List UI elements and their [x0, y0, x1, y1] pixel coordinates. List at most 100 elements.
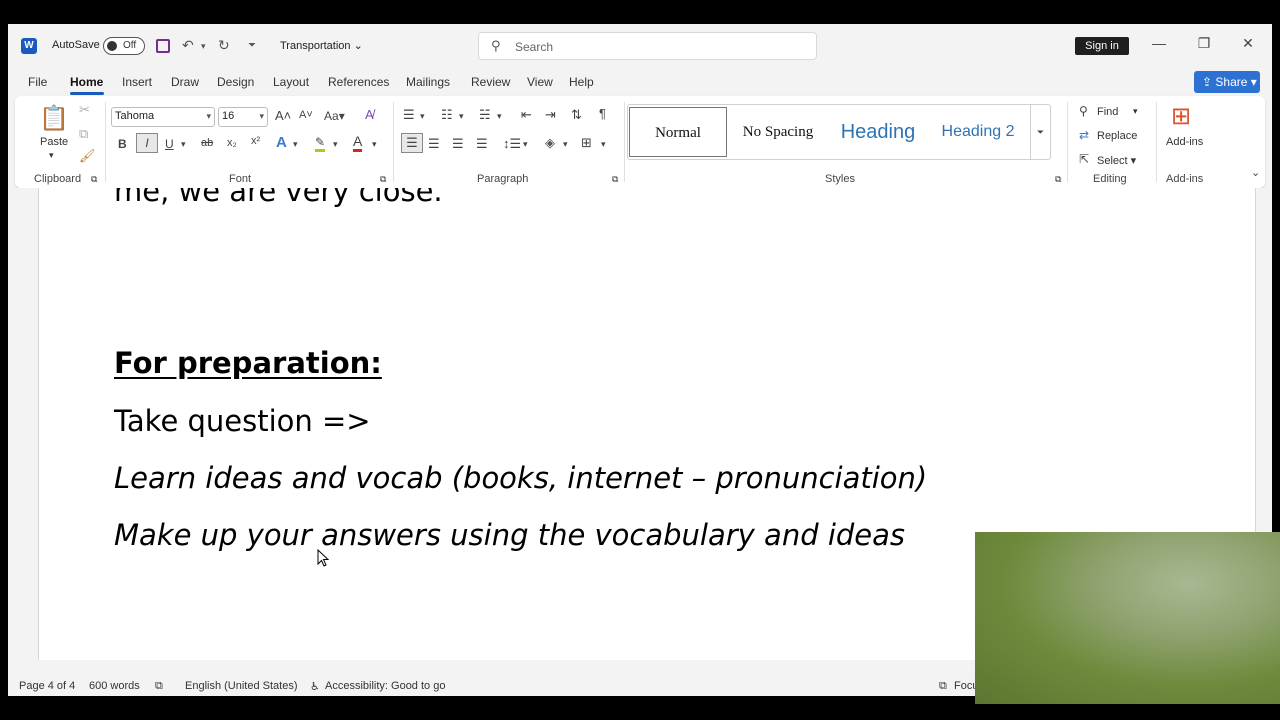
shading-dropdown-icon[interactable]: ▾ — [563, 139, 568, 150]
replace-icon[interactable]: ⇄ — [1079, 128, 1089, 142]
text-effects-icon[interactable]: A — [276, 134, 287, 151]
paste-dropdown-icon[interactable]: ▾ — [49, 150, 54, 161]
cut-icon[interactable]: ✂ — [79, 102, 90, 118]
word-count[interactable]: 600 words — [89, 680, 140, 692]
align-center-icon[interactable]: ☰ — [428, 136, 440, 152]
find-icon[interactable]: ⚲ — [1079, 104, 1088, 118]
save-icon[interactable] — [156, 39, 170, 53]
bullets-dropdown-icon[interactable]: ▾ — [420, 111, 425, 122]
borders-dropdown-icon[interactable]: ▾ — [601, 139, 606, 150]
undo-icon[interactable]: ↶ — [182, 37, 194, 54]
body-text[interactable]: Take question => — [114, 404, 371, 438]
sign-in-button[interactable]: Sign in — [1075, 37, 1129, 55]
redo-icon[interactable]: ↻ — [218, 37, 230, 54]
align-right-icon[interactable]: ☰ — [452, 136, 464, 152]
style-heading-2[interactable]: Heading 2 — [930, 107, 1026, 157]
customize-toolbar-icon[interactable]: ⏷ — [248, 40, 256, 51]
text-effects-dropdown-icon[interactable]: ▾ — [293, 139, 298, 150]
collapse-ribbon-icon[interactable]: ⌄ — [1251, 166, 1260, 179]
tab-view[interactable]: View — [527, 75, 553, 89]
grow-font-icon[interactable]: A˄ — [275, 108, 291, 123]
numbering-dropdown-icon[interactable]: ▾ — [459, 111, 464, 122]
bold-icon[interactable]: B — [118, 137, 127, 151]
clear-formatting-icon[interactable]: A̸ — [365, 107, 374, 122]
multilevel-dropdown-icon[interactable]: ▾ — [497, 111, 502, 122]
format-painter-icon[interactable]: 🖌 — [79, 148, 96, 164]
tab-mailings[interactable]: Mailings — [406, 75, 450, 89]
paragraph-launcher-icon[interactable]: ⧉ — [612, 174, 618, 185]
highlight-dropdown-icon[interactable]: ▾ — [333, 139, 338, 150]
paste-button[interactable]: Paste — [40, 136, 68, 148]
find-button[interactable]: Find — [1097, 106, 1118, 118]
line-spacing-dropdown-icon[interactable]: ▾ — [523, 139, 528, 150]
clipboard-launcher-icon[interactable]: ⧉ — [91, 174, 97, 185]
undo-dropdown-icon[interactable]: ▾ — [201, 41, 206, 52]
shading-icon[interactable]: ◈ — [545, 135, 555, 151]
justify-icon[interactable]: ☰ — [476, 136, 488, 152]
tab-help[interactable]: Help — [569, 75, 594, 89]
styles-more-icon[interactable]: ⏷ — [1030, 105, 1050, 159]
font-family-select[interactable]: Tahoma ▾ — [111, 107, 215, 127]
font-size-select[interactable]: 16 ▾ — [218, 107, 268, 127]
select-icon[interactable]: ⇱ — [1079, 152, 1089, 166]
add-ins-icon[interactable]: ⊞ — [1171, 102, 1191, 131]
paste-icon[interactable]: 📋 — [39, 104, 69, 133]
autosave-toggle[interactable]: Off — [103, 37, 145, 55]
close-icon[interactable]: ✕ — [1238, 35, 1258, 52]
change-case-icon[interactable]: Aa▾ — [324, 109, 345, 123]
underline-icon[interactable]: U — [165, 137, 174, 151]
focus-icon[interactable]: ⧉ — [939, 680, 947, 693]
document-title[interactable]: Transportation ⌄ — [280, 39, 363, 52]
style-normal[interactable]: Normal — [629, 107, 727, 157]
show-marks-icon[interactable]: ¶ — [599, 106, 606, 121]
replace-button[interactable]: Replace — [1097, 130, 1137, 142]
tab-file[interactable]: File — [28, 75, 47, 89]
page-count[interactable]: Page 4 of 4 — [19, 680, 75, 692]
increase-indent-icon[interactable]: ⇥ — [545, 107, 556, 123]
find-dropdown-icon[interactable]: ▾ — [1133, 106, 1138, 117]
subscript-icon[interactable]: x₂ — [227, 137, 237, 149]
tab-home[interactable]: Home — [70, 75, 103, 89]
copy-icon[interactable]: ⧉ — [79, 126, 88, 142]
accessibility-status[interactable]: Accessibility: Good to go — [325, 680, 445, 692]
multilevel-list-icon[interactable]: ☵ — [479, 107, 491, 123]
select-button[interactable]: Select ▾ — [1097, 154, 1136, 167]
sort-icon[interactable]: ⇅ — [571, 107, 582, 123]
bullets-icon[interactable]: ☰ — [403, 107, 415, 123]
style-heading-1[interactable]: Heading — [828, 107, 928, 157]
italic-icon[interactable]: I — [136, 133, 158, 153]
minimize-icon[interactable]: — — [1149, 35, 1169, 51]
body-text[interactable]: Make up your answers using the vocabular… — [114, 518, 905, 552]
proofing-icon[interactable]: ⧉ — [155, 680, 163, 693]
body-text[interactable]: Learn ideas and vocab (books, internet –… — [114, 461, 927, 495]
font-color-icon[interactable]: A — [353, 133, 363, 152]
decrease-indent-icon[interactable]: ⇤ — [521, 107, 532, 123]
restore-icon[interactable]: ❐ — [1194, 35, 1214, 52]
tab-design[interactable]: Design — [217, 75, 254, 89]
line-spacing-icon[interactable]: ↕☰ — [503, 136, 521, 152]
language-status[interactable]: English (United States) — [185, 680, 298, 692]
strikethrough-icon[interactable]: ab — [201, 137, 213, 149]
tab-layout[interactable]: Layout — [273, 75, 309, 89]
tab-references[interactable]: References — [328, 75, 389, 89]
share-button[interactable]: ⇪ Share ▾ — [1194, 71, 1260, 93]
style-no-spacing[interactable]: No Spacing — [730, 107, 826, 157]
body-text[interactable]: me, we are very close. — [114, 188, 443, 208]
accessibility-icon[interactable]: ♿ — [310, 680, 320, 693]
tab-review[interactable]: Review — [471, 75, 510, 89]
shrink-font-icon[interactable]: A˅ — [299, 109, 313, 121]
superscript-icon[interactable]: x² — [251, 135, 260, 147]
tab-draw[interactable]: Draw — [171, 75, 199, 89]
align-left-icon[interactable]: ☰ — [401, 133, 423, 153]
add-ins-button[interactable]: Add-ins — [1166, 136, 1203, 148]
numbering-icon[interactable]: ☷ — [441, 107, 453, 123]
search-input[interactable]: ⚲ Search — [478, 32, 817, 60]
underline-dropdown-icon[interactable]: ▾ — [181, 139, 186, 150]
borders-icon[interactable]: ⊞ — [581, 135, 592, 151]
tab-insert[interactable]: Insert — [122, 75, 152, 89]
heading-text[interactable]: For preparation: — [114, 346, 382, 380]
styles-launcher-icon[interactable]: ⧉ — [1055, 174, 1061, 185]
highlight-icon[interactable]: ✎ — [315, 135, 326, 152]
font-color-dropdown-icon[interactable]: ▾ — [372, 139, 377, 150]
font-launcher-icon[interactable]: ⧉ — [380, 174, 386, 185]
